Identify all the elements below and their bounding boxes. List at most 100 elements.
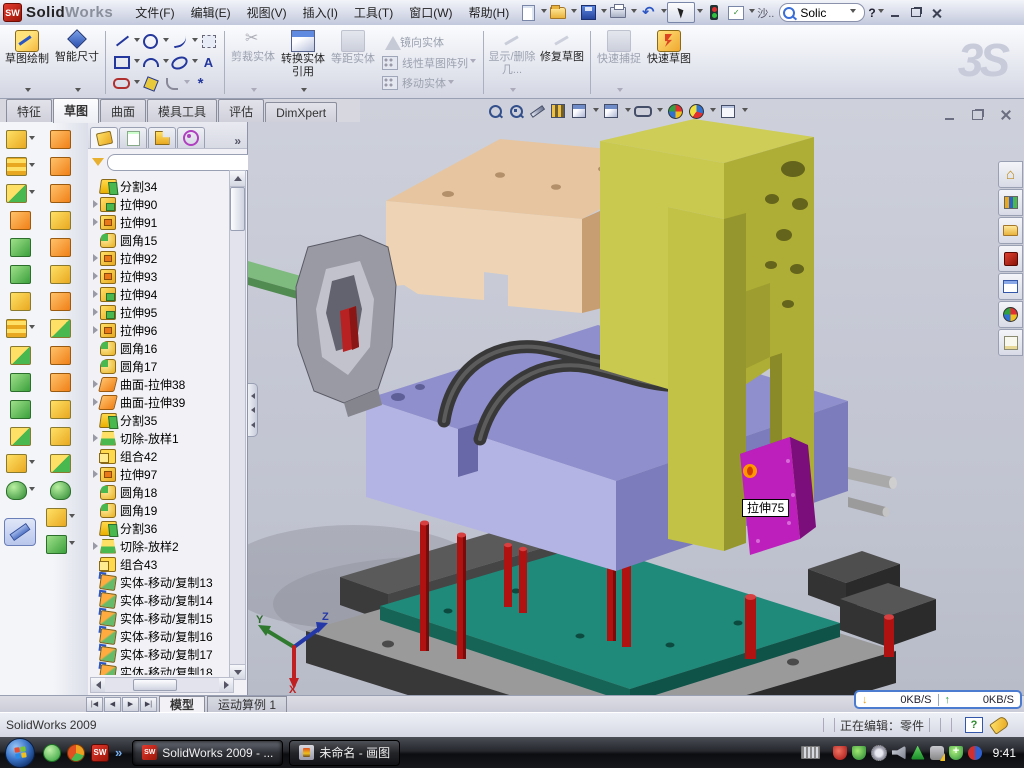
tree-item[interactable]: 拉伸91 (90, 213, 231, 231)
window-restore-button[interactable] (907, 5, 926, 21)
edit-appearance-button[interactable] (666, 103, 684, 119)
view-settings-button[interactable] (719, 103, 737, 119)
traffic-light-icon[interactable] (704, 4, 724, 22)
undo-button[interactable]: ↶ (638, 4, 658, 22)
input-method-keyboard-icon[interactable] (801, 746, 820, 759)
exploded-mold-assembly-model[interactable]: Y Z X (248, 99, 1024, 695)
zoom-area-button[interactable] (507, 103, 525, 119)
menu-file[interactable]: 文件(F) (127, 1, 182, 24)
tree-item[interactable]: 拉伸94 (90, 285, 231, 303)
design-library-tab[interactable] (998, 189, 1023, 216)
view-palette-tab[interactable] (998, 273, 1023, 300)
view-orientation-button[interactable] (570, 103, 588, 119)
menu-help[interactable]: 帮助(H) (461, 1, 518, 24)
tree-item[interactable]: 圆角19 (90, 501, 231, 519)
help-button[interactable]: ? (868, 6, 875, 20)
quick-tips-help-icon[interactable]: ? (965, 717, 983, 733)
tree-item[interactable]: 拉伸93 (90, 267, 231, 285)
apply-scene-button[interactable] (687, 103, 705, 119)
repair-sketch-button[interactable]: 修复草图 (537, 27, 587, 98)
save-button[interactable] (578, 4, 598, 22)
tree-item[interactable]: 实体-移动/复制17 (90, 645, 231, 663)
file-explorer-tab[interactable] (998, 217, 1023, 244)
select-tool-button[interactable] (667, 2, 695, 23)
taskbar-window-paint[interactable]: 未命名 - 画图 (289, 740, 400, 766)
tree-item[interactable]: 分割36 (90, 519, 231, 537)
tray-green-plus-icon[interactable] (949, 746, 963, 760)
linear-sketch-pattern-button[interactable]: 线性草图阵列 (382, 55, 476, 71)
custom-properties-tab[interactable] (998, 329, 1023, 356)
offset-entities-button[interactable]: 等距实体 (328, 27, 378, 98)
rectangle-tool-button[interactable] (112, 54, 131, 71)
tab-features[interactable]: 特征 (6, 99, 52, 122)
quick-snaps-button[interactable]: 快速捕捉 (594, 27, 644, 98)
menu-edit[interactable]: 编辑(E) (183, 1, 239, 24)
last-tab-button[interactable]: ▶| (140, 697, 157, 712)
left-toolbar-button[interactable] (10, 396, 31, 423)
print-button[interactable] (608, 4, 628, 22)
left-toolbar-button[interactable] (50, 207, 71, 234)
tree-horizontal-scrollbar[interactable] (90, 677, 234, 693)
arc-tool-button[interactable] (141, 54, 160, 71)
motion-study-tab[interactable]: 运动算例 1 (207, 696, 287, 712)
tree-item[interactable]: 分割34 (90, 177, 231, 195)
left-toolbar-button[interactable] (10, 369, 31, 396)
tab-mold-tools[interactable]: 模具工具 (147, 99, 217, 122)
open-button[interactable] (548, 4, 568, 22)
smart-dimension-button[interactable]: 智能尺寸 (52, 27, 102, 98)
tab-surfaces[interactable]: 曲面 (100, 99, 146, 122)
left-toolbar-button[interactable] (6, 180, 35, 207)
left-toolbar-button[interactable] (50, 369, 71, 396)
app-quicklaunch-icon[interactable] (67, 744, 85, 762)
scroll-right-button[interactable] (219, 678, 233, 692)
left-toolbar-button[interactable] (50, 261, 71, 288)
quicklaunch-overflow-chevron[interactable]: » (115, 745, 122, 760)
tree-item[interactable]: 圆角16 (90, 339, 231, 357)
hide-show-items-button[interactable] (634, 103, 652, 119)
tree-item[interactable]: 圆角18 (90, 483, 231, 501)
doc-restore-button[interactable] (966, 107, 988, 122)
left-toolbar-button[interactable] (50, 315, 71, 342)
previous-view-button[interactable] (528, 103, 546, 119)
left-toolbar-button[interactable] (50, 396, 71, 423)
tree-item[interactable]: 切除-放样2 (90, 537, 231, 555)
menu-window[interactable]: 窗口(W) (401, 1, 460, 24)
model-tab[interactable]: 模型 (159, 696, 205, 712)
tree-item[interactable]: 实体-移动/复制16 (90, 627, 231, 645)
left-toolbar-button[interactable] (10, 207, 31, 234)
tree-item[interactable]: 组合42 (90, 447, 231, 465)
solidworks-search-tab[interactable] (998, 245, 1023, 272)
left-toolbar-button[interactable] (6, 315, 35, 342)
new-document-button[interactable] (518, 4, 538, 22)
graphics-viewport[interactable]: Y Z X ⌂ 拉伸75 (248, 99, 1024, 695)
left-toolbar-button[interactable] (50, 477, 71, 504)
tree-item[interactable]: 组合43 (90, 555, 231, 573)
scroll-thumb[interactable] (230, 187, 245, 231)
tray-sync-icon[interactable] (968, 746, 982, 760)
left-toolbar-button[interactable] (10, 423, 31, 450)
left-toolbar-button[interactable] (50, 126, 71, 153)
options-list-button[interactable]: ✓ (726, 4, 746, 22)
tray-volume-icon[interactable] (892, 746, 906, 760)
tab-dimxpert[interactable]: DimXpert (265, 102, 337, 122)
left-toolbar-button[interactable] (6, 450, 35, 477)
rapid-sketch-button[interactable]: 快速草图 (644, 27, 694, 98)
tree-item[interactable]: 切除-放样1 (90, 429, 231, 447)
hscroll-thumb[interactable] (133, 679, 177, 691)
tree-item[interactable]: 实体-移动/复制15 (90, 609, 231, 627)
messenger-quicklaunch-icon[interactable] (43, 744, 61, 762)
left-toolbar-button[interactable] (50, 180, 71, 207)
tree-item[interactable]: 拉伸90 (90, 195, 231, 213)
left-toolbar-button[interactable] (50, 423, 71, 450)
tray-shield-green-icon[interactable] (852, 746, 866, 760)
measure-tool-button-pressed[interactable] (4, 518, 36, 546)
left-toolbar-button[interactable] (46, 531, 75, 558)
circle-tool-button[interactable] (141, 33, 160, 50)
window-minimize-button[interactable] (886, 5, 905, 21)
solidworks-resources-tab[interactable]: ⌂ (998, 161, 1023, 188)
tray-green-triangle-icon[interactable] (911, 746, 925, 760)
tray-network-warning-icon[interactable] (930, 746, 944, 760)
display-delete-relations-button[interactable]: 显示/删除几... (487, 27, 537, 98)
spline-tool-button[interactable] (170, 33, 189, 50)
menu-insert[interactable]: 插入(I) (295, 1, 346, 24)
